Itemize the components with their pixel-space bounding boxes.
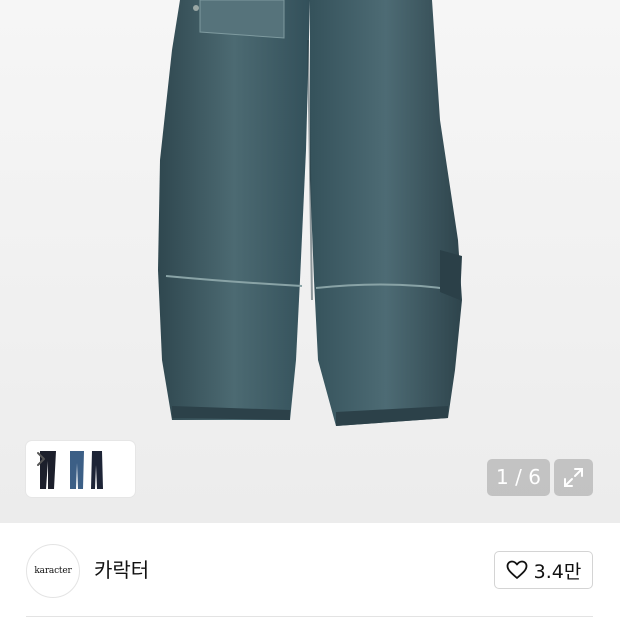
like-button[interactable]: 3.4만	[494, 551, 593, 589]
divider	[26, 616, 593, 617]
product-gallery[interactable]: 1 / 6	[0, 0, 620, 523]
image-counter: 1 / 6	[487, 459, 550, 496]
like-count: 3.4만	[533, 560, 582, 583]
expand-button[interactable]	[554, 459, 593, 496]
thumbnail-navy-pants[interactable]	[91, 451, 103, 489]
brand-name[interactable]: 카락터	[94, 556, 149, 584]
chevron-right-icon[interactable]	[32, 447, 50, 471]
thumbnail-strip[interactable]	[26, 441, 135, 497]
heart-icon	[506, 560, 528, 579]
thumbnail-blue-pants[interactable]	[70, 451, 84, 489]
brand-logo[interactable]: karacter	[26, 544, 80, 598]
brand-row: karacter 카락터 3.4만	[0, 523, 620, 620]
expand-icon	[564, 468, 583, 487]
brand-logo-text: karacter	[34, 566, 72, 576]
